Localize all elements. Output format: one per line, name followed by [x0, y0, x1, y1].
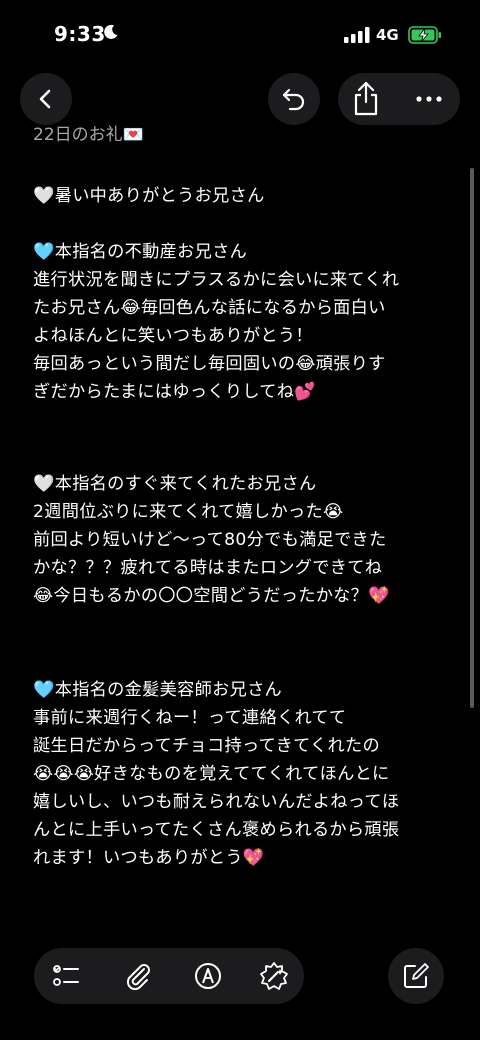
compose-icon	[404, 963, 429, 988]
note-line: ぎだからたまにはゆっくりしてね💕	[33, 382, 316, 402]
chevron-left-icon	[39, 89, 51, 109]
note-line: 毎回あっという間だし毎回固いの😂頑張りす	[33, 354, 386, 374]
note-line	[33, 434, 461, 462]
note-line: 2週間位ぶりに来てくれて嬉しかった😭	[33, 502, 344, 522]
share-icon[interactable]	[348, 80, 384, 118]
note-line: 前回より短いけど〜って80分でも満足できた	[33, 530, 387, 550]
writing-tools-icon[interactable]	[258, 960, 290, 992]
note-body[interactable]: 22日のお礼💌 🤍暑い中ありがとうお兄さん 🩵本指名の不動産お兄さん 進行状況を…	[33, 122, 461, 942]
note-line: 🤍暑い中ありがとうお兄さん	[33, 186, 265, 206]
note-line: かな？？？疲れてる時はまたロングできてね	[33, 558, 383, 578]
back-button[interactable]	[20, 73, 72, 125]
network-type: 4G	[376, 26, 399, 44]
note-line: 進行状況を聞きにプラスるかに会いに来てくれ	[33, 270, 400, 290]
note-line: たお兄さん😂毎回色んな話になるから面白い	[33, 298, 386, 318]
note-line	[33, 638, 461, 666]
undo-icon	[282, 88, 305, 111]
paperclip-icon[interactable]	[122, 960, 154, 992]
note-title: 22日のお礼💌	[33, 125, 144, 145]
note-line	[33, 210, 461, 238]
status-bar: 9:33 4G	[0, 0, 480, 70]
note-line: よねほんとに笑いつもありがとう！	[33, 326, 313, 346]
note-line	[33, 610, 461, 638]
note-line: んとに上手いってたくさん褒められるから頑張	[33, 820, 400, 840]
note-line: れます！いつもありがとう💖	[33, 848, 265, 868]
battery-charging-icon	[408, 26, 441, 44]
bottom-toolbar	[34, 948, 304, 1004]
undo-button[interactable]	[268, 73, 320, 125]
cellular-signal-icon	[344, 27, 370, 43]
ellipsis-icon[interactable]	[412, 88, 446, 110]
note-line: 😂今日もるかの〇〇空間どうだったかな？💖	[33, 586, 390, 606]
scrollbar[interactable]	[470, 168, 474, 708]
note-line: 事前に来週行くねー！って連絡くれてて	[33, 708, 347, 728]
status-time: 9:33	[54, 22, 106, 46]
moon-icon	[104, 24, 118, 39]
checklist-icon[interactable]	[50, 960, 82, 992]
note-line	[33, 406, 461, 434]
compose-button[interactable]	[388, 948, 444, 1004]
note-line: 😭😭😭好きなものを覚えててくれてほんとに	[33, 764, 390, 784]
note-line: 🩵本指名の金髪美容師お兄さん	[33, 680, 283, 700]
note-line: 嬉しいし、いつも耐えられないんだよねってほ	[33, 792, 400, 812]
note-line: 🩵本指名の不動産お兄さん	[33, 242, 248, 262]
note-line: 🤍本指名のすぐ来てくれたお兄さん	[33, 474, 317, 494]
note-line: 誕生日だからってチョコ持ってきてくれたの	[33, 736, 380, 756]
markup-icon[interactable]	[192, 960, 224, 992]
